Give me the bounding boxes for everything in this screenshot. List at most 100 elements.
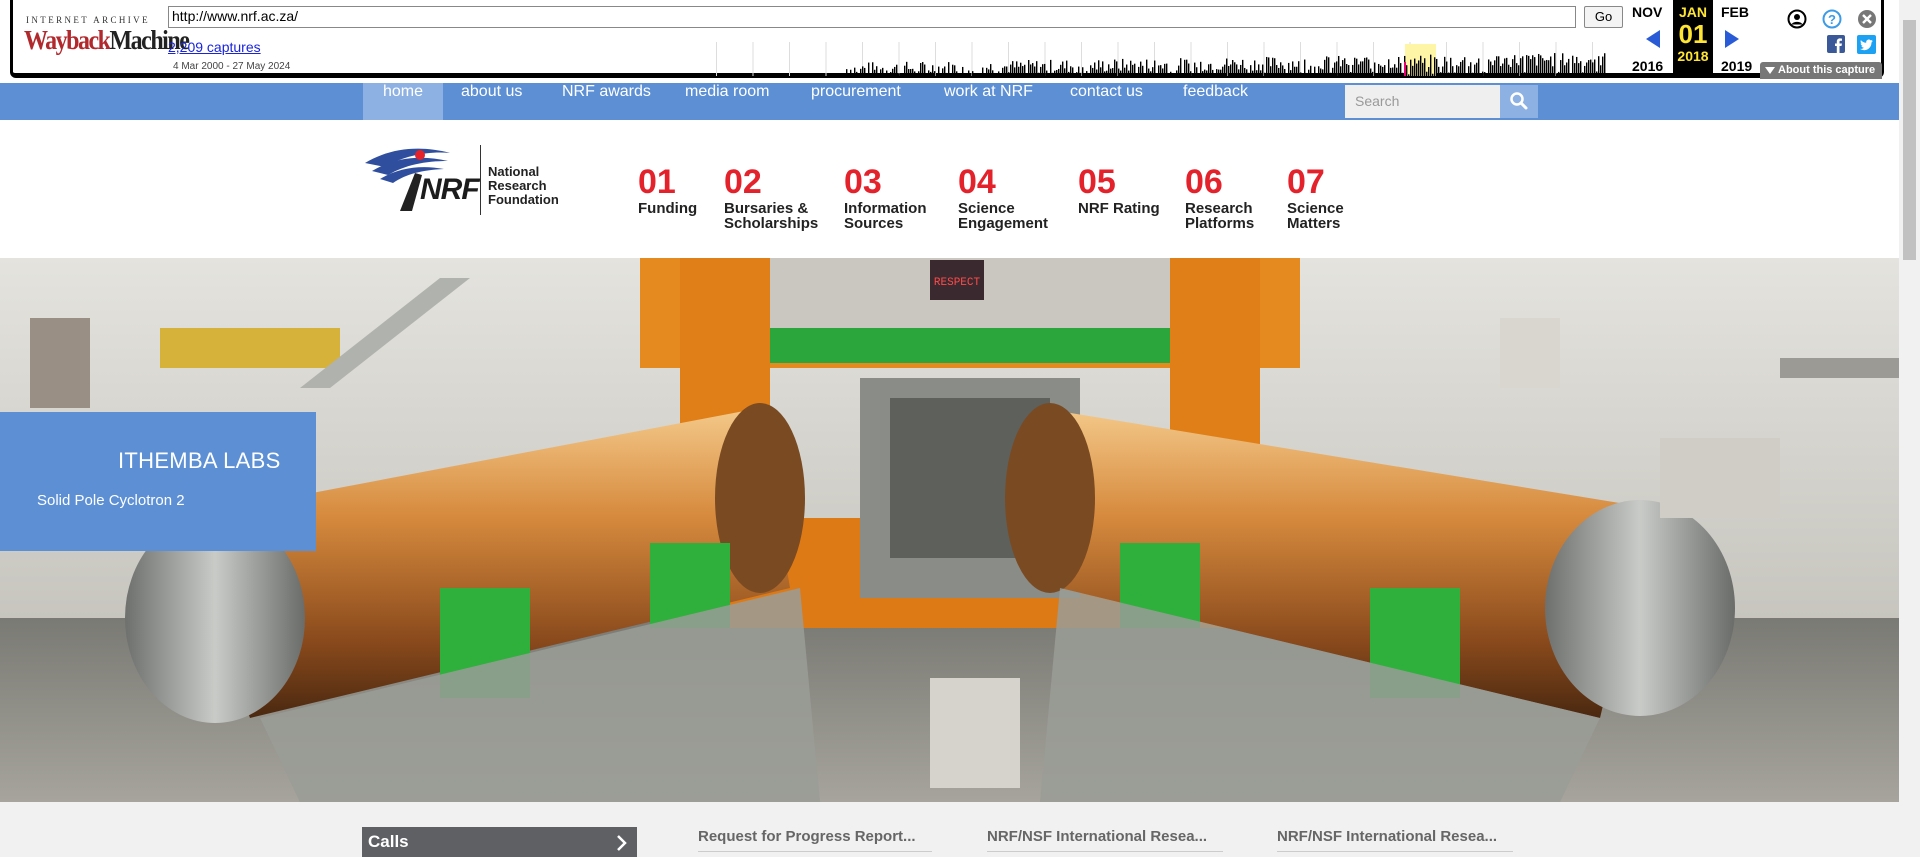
scrollbar-thumb[interactable]	[1903, 20, 1916, 260]
twitter-icon[interactable]	[1857, 35, 1876, 54]
facebook-icon[interactable]	[1827, 35, 1845, 53]
capture-bar	[1468, 66, 1470, 76]
about-capture-button[interactable]: About this capture	[1760, 62, 1882, 79]
nav-item-home[interactable]: home	[363, 83, 444, 120]
capture-bar	[1372, 71, 1374, 76]
capture-bar	[1444, 56, 1446, 76]
capture-bar	[926, 74, 928, 76]
nrf-logo[interactable]: NRF National Research Foundation	[360, 143, 570, 218]
capture-bar	[1400, 63, 1402, 76]
capture-bar	[1034, 66, 1036, 76]
wayback-prev-month[interactable]: NOV	[1632, 4, 1662, 20]
capture-bar	[1066, 60, 1068, 76]
nav-item-nrf-awards[interactable]: NRF awards	[562, 83, 651, 120]
capture-bar	[1394, 64, 1396, 76]
capture-bar	[1012, 61, 1014, 76]
nav-item-contact-us[interactable]: contact us	[1070, 83, 1143, 120]
capture-bar	[1226, 58, 1228, 76]
capture-bar	[1374, 62, 1376, 76]
capture-bar	[1346, 64, 1348, 76]
capture-bar	[1006, 66, 1008, 76]
feature-link-science-matters[interactable]: 07 Science Matters	[1287, 163, 1344, 231]
nav-item-feedback[interactable]: feedback	[1183, 83, 1248, 120]
capture-bar	[1566, 62, 1568, 76]
wayback-prev-year[interactable]: 2016	[1632, 58, 1663, 74]
wayback-go-button[interactable]: Go	[1584, 6, 1623, 28]
year-separator	[898, 42, 900, 76]
capture-bar	[1556, 73, 1558, 76]
wayback-next-arrow-icon[interactable]	[1725, 30, 1739, 48]
capture-bar	[1252, 70, 1254, 76]
capture-bar	[1588, 60, 1590, 76]
capture-bar	[1414, 58, 1416, 76]
capture-bar	[1326, 56, 1328, 76]
wayback-url-input[interactable]: http://www.nrf.ac.za/	[168, 6, 1576, 28]
wayback-logo-main: WaybackMachine	[24, 25, 190, 56]
capture-bar	[924, 64, 926, 76]
capture-bar	[1016, 61, 1018, 76]
capture-bar	[1440, 72, 1442, 76]
capture-bar	[1502, 63, 1504, 76]
search-input[interactable]: Search	[1345, 85, 1500, 118]
wayback-next-month[interactable]: FEB	[1721, 4, 1749, 20]
capture-bar	[1282, 65, 1284, 76]
capture-bar	[1038, 72, 1040, 76]
capture-bar	[1430, 54, 1432, 76]
capture-bar	[1300, 72, 1302, 76]
capture-bar	[1428, 67, 1430, 76]
search-button[interactable]	[1500, 85, 1538, 118]
capture-bar	[872, 62, 874, 76]
news-item[interactable]: Request for Progress Report...	[698, 828, 932, 852]
capture-bar	[1290, 70, 1292, 76]
nav-item-work-at-nrf[interactable]: work at NRF	[944, 83, 1033, 120]
wayback-logo[interactable]: INTERNET ARCHIVE WaybackMachine	[22, 12, 190, 62]
capture-bar	[1500, 66, 1502, 76]
nav-item-about-us[interactable]: about us	[461, 83, 522, 120]
capture-bar	[1358, 64, 1360, 76]
capture-bar	[1242, 59, 1244, 76]
wayback-toolbar: INTERNET ARCHIVE WaybackMachine http://w…	[0, 0, 1920, 83]
capture-bar	[1056, 69, 1058, 76]
feature-link-nrf-rating[interactable]: 05 NRF Rating	[1078, 163, 1160, 216]
capture-bar	[1308, 69, 1310, 76]
wayback-prev-arrow-icon[interactable]	[1646, 30, 1660, 48]
feature-link-information-sources[interactable]: 03 Information Sources	[844, 163, 927, 231]
user-icon[interactable]	[1787, 9, 1807, 29]
wayback-captures-link[interactable]: 2,209 captures	[168, 39, 261, 55]
capture-bar	[1590, 59, 1592, 76]
capture-bar	[1516, 63, 1518, 76]
capture-bar	[1462, 60, 1464, 76]
nav-item-media-room[interactable]: media room	[685, 83, 769, 120]
capture-bar	[1532, 55, 1534, 76]
capture-bar	[1004, 66, 1006, 76]
capture-bar	[1270, 66, 1272, 76]
capture-bar	[960, 75, 962, 76]
hero-caption[interactable]: ITHEMBA LABS Solid Pole Cyclotron 2	[0, 412, 316, 551]
capture-bar	[1170, 71, 1172, 76]
capture-bar	[1370, 68, 1372, 76]
feature-link-science-engagement[interactable]: 04 Science Engagement	[958, 163, 1048, 231]
capture-bar	[1348, 65, 1350, 76]
wayback-capture-sparkline[interactable]	[716, 40, 1608, 76]
help-icon[interactable]: ?	[1822, 9, 1842, 29]
capture-bar	[1166, 63, 1168, 76]
capture-bar	[1546, 59, 1548, 76]
feature-link-bursaries[interactable]: 02 Bursaries & Scholarships	[724, 163, 818, 231]
nav-item-procurement[interactable]: procurement	[811, 83, 901, 120]
feature-link-funding[interactable]: 01 Funding	[638, 163, 697, 216]
news-item[interactable]: NRF/NSF International Resea...	[1277, 828, 1513, 852]
capture-bar	[1254, 60, 1256, 76]
capture-bar	[1412, 65, 1414, 76]
close-icon[interactable]	[1857, 9, 1877, 29]
news-item[interactable]: NRF/NSF International Resea...	[987, 828, 1223, 852]
capture-bar	[1188, 63, 1190, 76]
calls-tab[interactable]: Calls	[362, 827, 637, 857]
capture-bar	[908, 69, 910, 76]
capture-bar	[1216, 69, 1218, 76]
feature-link-research-platforms[interactable]: 06 Research Platforms	[1185, 163, 1254, 231]
capture-bar	[942, 68, 944, 76]
capture-bar	[1398, 56, 1400, 76]
year-separator	[1300, 42, 1301, 76]
capture-bar	[848, 74, 850, 76]
wayback-next-year[interactable]: 2019	[1721, 58, 1752, 74]
